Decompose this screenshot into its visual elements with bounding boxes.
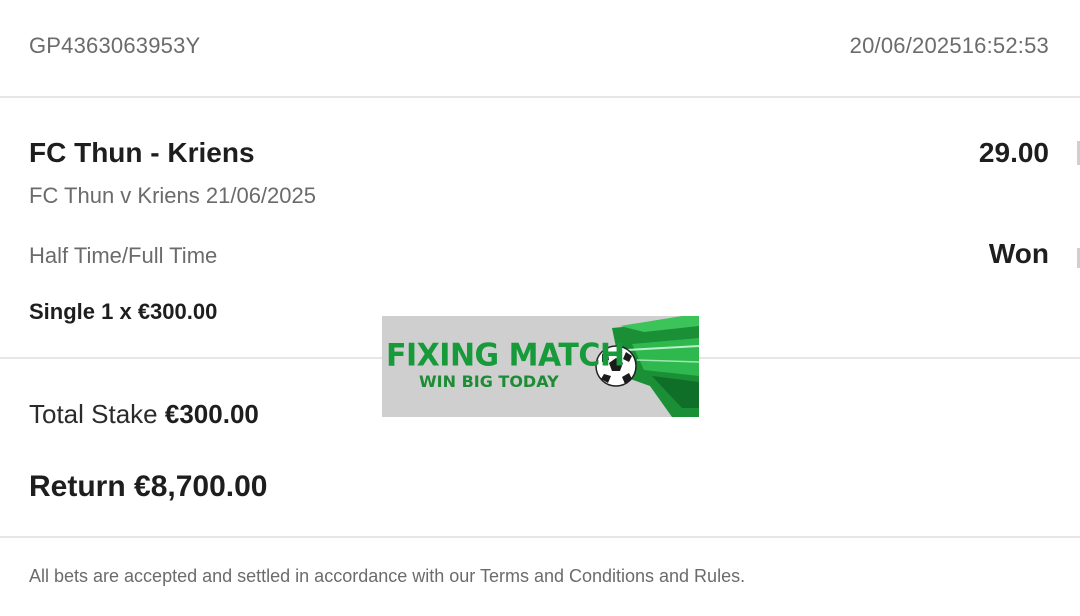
watermark-title: FIXING MATCH — [386, 337, 625, 374]
odds-value: 29.00 — [978, 137, 1049, 168]
bet-reference: GP4363063953Y — [29, 33, 201, 58]
return-amount: Return €8,700.00 — [29, 470, 267, 504]
return-label: Return — [29, 470, 126, 503]
total-stake-value: €300.00 — [164, 399, 259, 429]
watermark-banner: FIXING MATCH WIN BIG TODAY — [382, 316, 699, 417]
terms-footer: All bets are accepted and settled in acc… — [29, 566, 746, 586]
bet-result-status: Won — [988, 238, 1049, 269]
bet-time: 16:52:53 — [961, 33, 1049, 58]
divider — [0, 96, 1080, 98]
divider — [0, 536, 1080, 538]
bet-timestamp: 20/06/202516:52:53 — [850, 33, 1049, 59]
total-stake-label: Total Stake — [29, 399, 158, 429]
event-line: FC Thun v Kriens 21/06/2025 — [29, 183, 316, 208]
market-name: Half Time/Full Time — [29, 243, 218, 268]
bet-date: 20/06/2025 — [849, 33, 962, 58]
return-value: €8,700.00 — [134, 470, 268, 503]
watermark-subtitle: WIN BIG TODAY — [419, 372, 559, 391]
total-stake: Total Stake €300.00 — [29, 399, 259, 430]
match-title: FC Thun - Kriens — [29, 137, 255, 168]
bet-type-line: Single 1 x €300.00 — [29, 299, 218, 324]
